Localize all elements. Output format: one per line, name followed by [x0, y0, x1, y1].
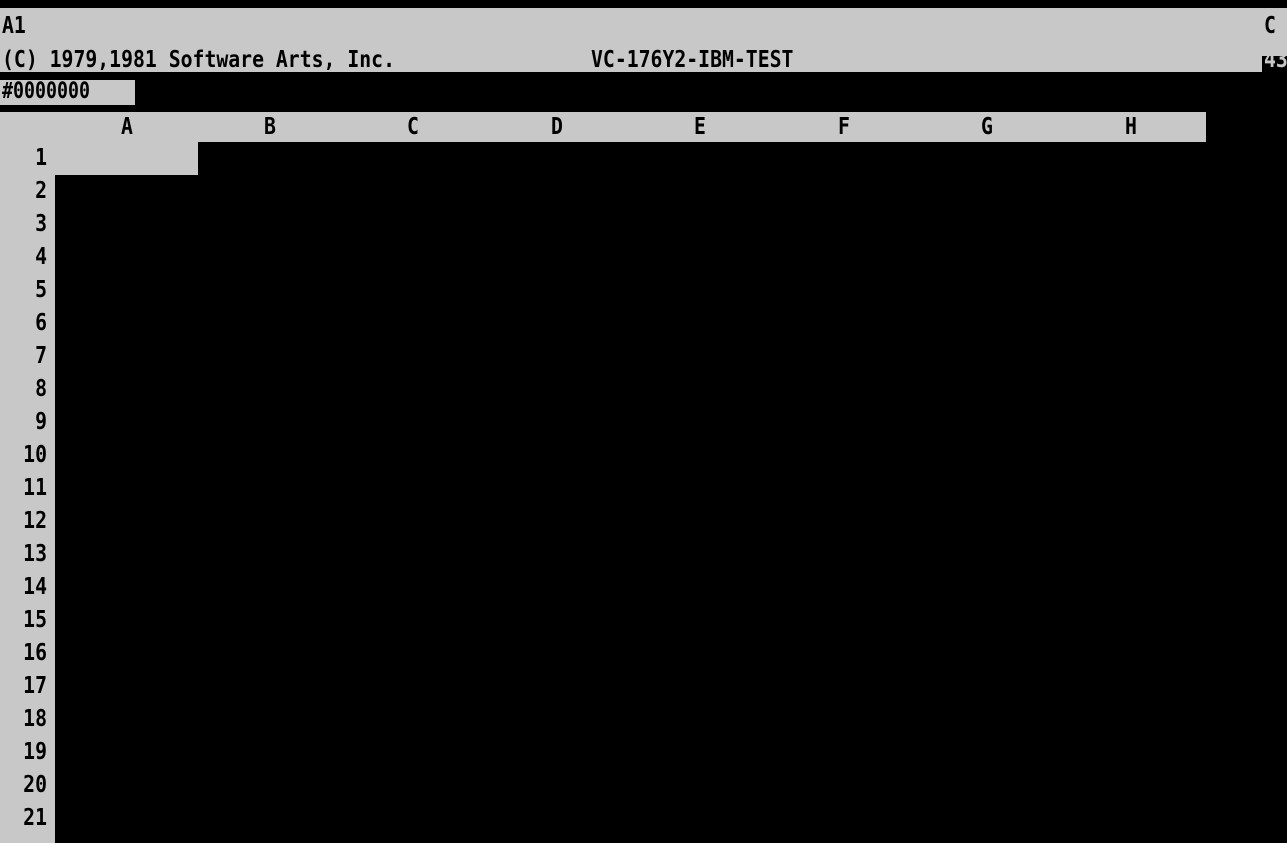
- row-header[interactable]: 6: [4, 307, 47, 340]
- visicalc-screen: A1 (C) 1979,1981 Software Arts, Inc. VC-…: [0, 0, 1287, 843]
- memory-indicator: 43: [1264, 47, 1287, 73]
- column-header-g[interactable]: G: [957, 112, 1017, 142]
- row-header-bar: 1 2 3 4 5 6 7 8 9 10 11 12 13 14 15 16 1…: [0, 142, 55, 843]
- row-header[interactable]: 19: [4, 736, 47, 769]
- column-header-f[interactable]: F: [814, 112, 874, 142]
- row-header[interactable]: 9: [4, 406, 47, 439]
- row-header[interactable]: 20: [4, 769, 47, 802]
- row-header[interactable]: 16: [4, 637, 47, 670]
- row-header[interactable]: 3: [4, 208, 47, 241]
- cell-cursor-a1[interactable]: [55, 142, 198, 175]
- version-string: VC-176Y2-IBM-TEST: [591, 47, 794, 73]
- row-header[interactable]: 1: [4, 142, 47, 175]
- column-header-c[interactable]: C: [383, 112, 443, 142]
- row-header[interactable]: 10: [4, 439, 47, 472]
- row-header[interactable]: 18: [4, 703, 47, 736]
- entry-line[interactable]: #0000000: [2, 79, 90, 105]
- column-header-e[interactable]: E: [670, 112, 730, 142]
- column-header-bar: A B C D E F G H: [0, 112, 1206, 142]
- column-header-a[interactable]: A: [97, 112, 157, 142]
- status-area: A1 (C) 1979,1981 Software Arts, Inc. VC-…: [0, 8, 1287, 77]
- row-header[interactable]: 2: [4, 175, 47, 208]
- row-header[interactable]: 7: [4, 340, 47, 373]
- row-header[interactable]: 12: [4, 505, 47, 538]
- spreadsheet-grid[interactable]: [55, 142, 1206, 843]
- copyright-notice: (C) 1979,1981 Software Arts, Inc.: [2, 47, 395, 73]
- column-header-b[interactable]: B: [240, 112, 300, 142]
- row-header[interactable]: 15: [4, 604, 47, 637]
- row-header[interactable]: 14: [4, 571, 47, 604]
- cell-reference: A1: [2, 13, 26, 39]
- row-header[interactable]: 5: [4, 274, 47, 307]
- column-header-h[interactable]: H: [1101, 112, 1161, 142]
- row-header[interactable]: 17: [4, 670, 47, 703]
- row-header[interactable]: 13: [4, 538, 47, 571]
- row-header[interactable]: 4: [4, 241, 47, 274]
- row-header[interactable]: 21: [4, 802, 47, 835]
- recalc-mode-indicator: C: [1264, 13, 1276, 39]
- row-header[interactable]: 8: [4, 373, 47, 406]
- column-header-d[interactable]: D: [527, 112, 587, 142]
- row-header[interactable]: 11: [4, 472, 47, 505]
